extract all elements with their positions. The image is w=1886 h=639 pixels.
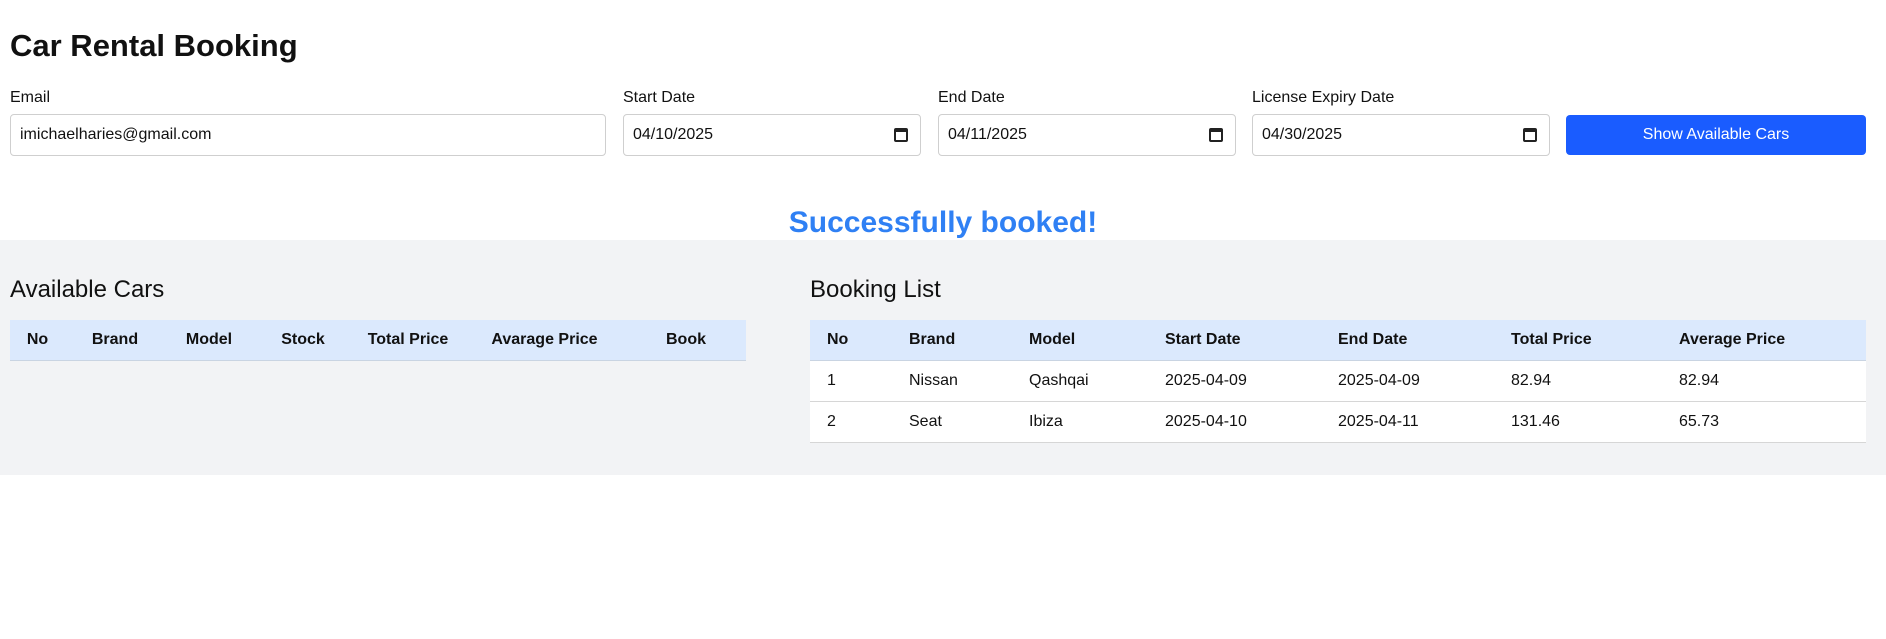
- booking-form: Email imichaelharies@gmail.com Start Dat…: [10, 88, 1866, 158]
- available-cars-table: No Brand Model Stock Total Price Avarage…: [10, 320, 746, 361]
- table-cell: Seat: [892, 401, 1012, 443]
- table-cell: 2025-04-09: [1148, 360, 1321, 402]
- end-date-label: End Date: [938, 89, 1005, 106]
- table-cell: 82.94: [1494, 360, 1662, 402]
- email-label: Email: [10, 89, 51, 106]
- start-date-field-group: Start Date 04/10/2025: [623, 88, 921, 156]
- start-date-input[interactable]: 04/10/2025: [623, 114, 921, 156]
- show-available-cars-button[interactable]: Show Available Cars: [1566, 115, 1866, 155]
- email-field-group: Email imichaelharies@gmail.com: [10, 88, 606, 156]
- column-header: Average Price: [1662, 320, 1866, 361]
- calendar-icon[interactable]: [1523, 128, 1537, 142]
- column-header: Model: [1012, 320, 1148, 361]
- start-date-label: Start Date: [623, 89, 696, 106]
- table-cell: 82.94: [1662, 360, 1866, 402]
- license-expiry-field-group: License Expiry Date 04/30/2025: [1252, 88, 1550, 156]
- email-input[interactable]: imichaelharies@gmail.com: [10, 114, 606, 156]
- column-header: Total Price: [353, 320, 463, 361]
- table-cell: Qashqai: [1012, 360, 1148, 402]
- table-cell: 2025-04-10: [1148, 401, 1321, 443]
- calendar-icon[interactable]: [1209, 128, 1223, 142]
- table-cell: Nissan: [892, 360, 1012, 402]
- column-header: Book: [626, 320, 746, 361]
- end-date-value: 04/11/2025: [948, 126, 1027, 143]
- table-cell: 1: [810, 360, 892, 402]
- license-expiry-input[interactable]: 04/30/2025: [1252, 114, 1550, 156]
- column-header: Brand: [65, 320, 165, 361]
- table-cell: 2025-04-11: [1321, 401, 1494, 443]
- table-cell: 2: [810, 401, 892, 443]
- table-row: 1 Nissan Qashqai 2025-04-09 2025-04-09 8…: [810, 360, 1866, 402]
- calendar-icon[interactable]: [894, 128, 908, 142]
- column-header: Avarage Price: [463, 320, 626, 361]
- column-header: No: [810, 320, 892, 361]
- status-message: Successfully booked!: [788, 206, 1098, 239]
- column-header: No: [10, 320, 65, 361]
- end-date-input[interactable]: 04/11/2025: [938, 114, 1236, 156]
- booking-list-title: Booking List: [810, 276, 941, 303]
- page-title: Car Rental Booking: [10, 28, 298, 63]
- email-value: imichaelharies@gmail.com: [20, 126, 212, 143]
- table-row: 2 Seat Ibiza 2025-04-10 2025-04-11 131.4…: [810, 401, 1866, 443]
- results-section: Available Cars No Brand Model Stock Tota…: [0, 240, 1886, 475]
- license-expiry-label: License Expiry Date: [1252, 89, 1395, 106]
- available-cars-title: Available Cars: [10, 276, 165, 303]
- table-cell: 2025-04-09: [1321, 360, 1494, 402]
- start-date-value: 04/10/2025: [633, 126, 714, 143]
- column-header: Model: [165, 320, 253, 361]
- table-header-row: No Brand Model Start Date End Date Total…: [810, 320, 1866, 361]
- column-header: Start Date: [1148, 320, 1321, 361]
- license-expiry-value: 04/30/2025: [1262, 126, 1343, 143]
- table-cell: 131.46: [1494, 401, 1662, 443]
- table-cell: Ibiza: [1012, 401, 1148, 443]
- column-header: Total Price: [1494, 320, 1662, 361]
- column-header: End Date: [1321, 320, 1494, 361]
- column-header: Brand: [892, 320, 1012, 361]
- table-header-row: No Brand Model Stock Total Price Avarage…: [10, 320, 746, 361]
- booking-list-table: No Brand Model Start Date End Date Total…: [810, 320, 1866, 443]
- table-cell: 65.73: [1662, 401, 1866, 443]
- end-date-field-group: End Date 04/11/2025: [938, 88, 1236, 156]
- column-header: Stock: [253, 320, 353, 361]
